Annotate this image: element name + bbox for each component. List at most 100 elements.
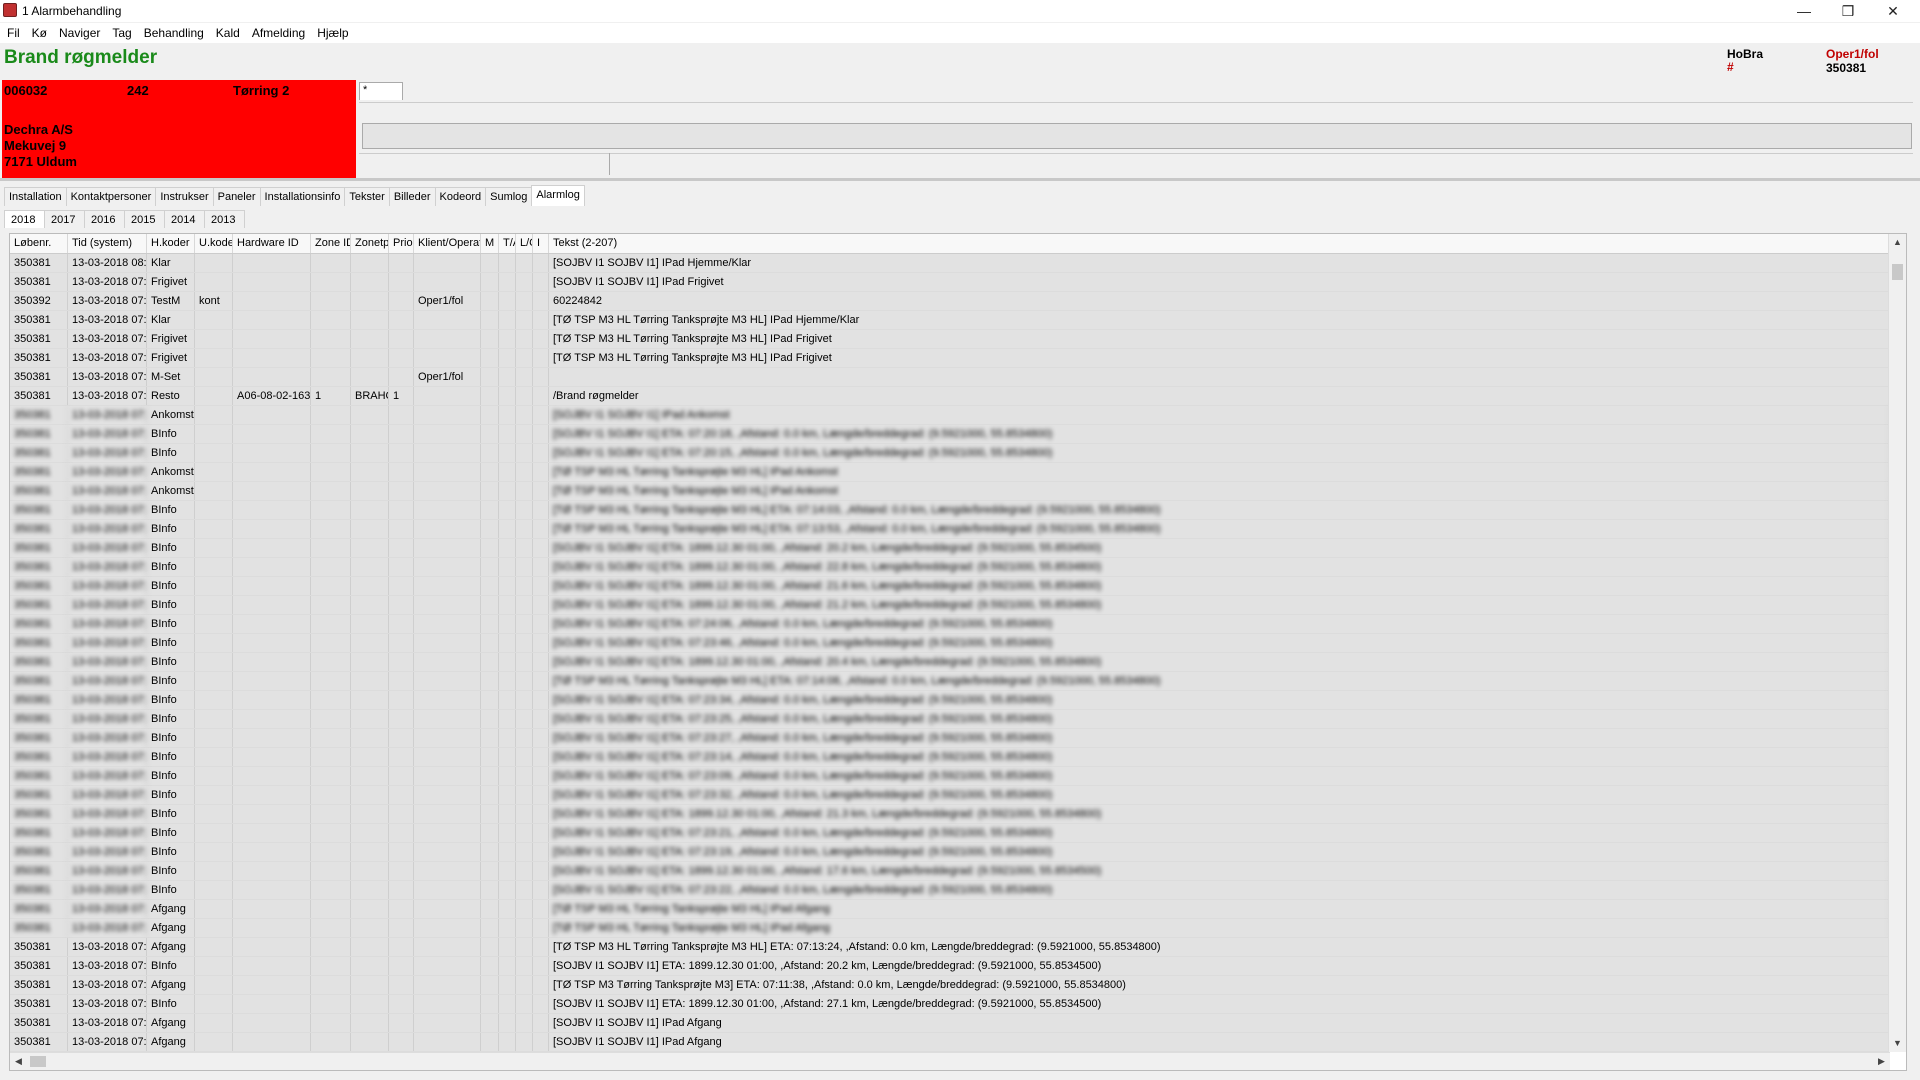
- table-row[interactable]: 35038113-03-2018 07:07:26BInfo [SOJBV I1 …: [10, 615, 1890, 634]
- menu-kald[interactable]: Kald: [210, 23, 246, 43]
- table-row[interactable]: 35038113-03-2018 07:07:23BInfo [SOJBV I1 …: [10, 653, 1890, 672]
- info-field[interactable]: [362, 123, 1912, 149]
- table-row[interactable]: 35038113-03-2018 07:07:10BInfo [SOJBV I1 …: [10, 710, 1890, 729]
- col-ta-cell: [499, 349, 516, 367]
- table-row[interactable]: 35038113-03-2018 07:11:09BInfo [TØ TSP M3…: [10, 520, 1890, 539]
- menu-naviger[interactable]: Naviger: [53, 23, 106, 43]
- table-row[interactable]: 35038113-03-2018 08:07:25Klar [SOJBV I1 S…: [10, 254, 1890, 273]
- menu-afmelding[interactable]: Afmelding: [246, 23, 311, 43]
- table-row[interactable]: 35038113-03-2018 07:04:37Afgang [TØ TSP M…: [10, 938, 1890, 957]
- table-row[interactable]: 35038113-03-2018 07:28:02Frigivet [TØ TSP…: [10, 330, 1890, 349]
- table-row[interactable]: 35038113-03-2018 07:05:51BInfo [SOJBV I1 …: [10, 843, 1890, 862]
- customer-code: 242: [127, 83, 149, 98]
- table-row[interactable]: 35038113-03-2018 07:07:32BInfo [SOJBV I1 …: [10, 596, 1890, 615]
- table-row[interactable]: 35038113-03-2018 07:05:58BInfo [SOJBV I1 …: [10, 824, 1890, 843]
- col-lobenr-header[interactable]: Løbenr.: [10, 234, 68, 253]
- table-row[interactable]: 35038113-03-2018 07:04:40Afgang [TØ TSP M…: [10, 900, 1890, 919]
- table-row[interactable]: 35038113-03-2018 07:05:47BInfo [SOJBV I1 …: [10, 862, 1890, 881]
- col-zone-id-header[interactable]: Zone ID: [311, 234, 351, 253]
- table-row[interactable]: 35038113-03-2018 07:07:17BInfo [SOJBV I1 …: [10, 691, 1890, 710]
- col-lc-header[interactable]: L/C: [516, 234, 533, 253]
- table-row[interactable]: 35038113-03-2018 07:07:00BInfo [SOJBV I1 …: [10, 729, 1890, 748]
- table-row[interactable]: 35038113-03-2018 07:50:34Frigivet [SOJBV …: [10, 273, 1890, 292]
- col-zonetp-header[interactable]: Zonetp.: [351, 234, 389, 253]
- tab-installation[interactable]: Installation: [4, 187, 67, 206]
- col-hardware-id-header[interactable]: Hardware ID: [233, 234, 311, 253]
- tab-instrukser[interactable]: Instrukser: [155, 187, 214, 206]
- tab-tekster[interactable]: Tekster: [344, 187, 390, 206]
- table-row[interactable]: 35038113-03-2018 07:18:32BInfo [SOJBV I1 …: [10, 425, 1890, 444]
- table-row[interactable]: 35038113-03-2018 07:14:08Ankomst [TØ TSP …: [10, 482, 1890, 501]
- year-tab-2014[interactable]: 2014: [164, 210, 205, 228]
- table-row[interactable]: 35038113-03-2018 07:07:18BInfo [TØ TSP M3…: [10, 672, 1890, 691]
- tab-paneler[interactable]: Paneler: [212, 187, 261, 206]
- col-tekst-header[interactable]: Tekst (2-207): [549, 234, 1890, 253]
- table-row[interactable]: 35038113-03-2018 07:03:53BInfo [SOJBV I1 …: [10, 957, 1890, 976]
- scroll-left-icon[interactable]: ◀: [10, 1053, 27, 1070]
- info-tab[interactable]: *: [359, 82, 403, 100]
- scroll-down-icon[interactable]: ▼: [1889, 1035, 1906, 1052]
- col-hkoder-header[interactable]: H.koder: [147, 234, 195, 253]
- table-row[interactable]: 35038113-03-2018 07:02:50Afgang [TØ TSP M…: [10, 976, 1890, 995]
- col-ta-cell: [499, 254, 516, 272]
- table-row[interactable]: 35038113-03-2018 07:01:38Afgang [SOJBV I1…: [10, 1014, 1890, 1033]
- scroll-up-icon[interactable]: ▲: [1889, 234, 1906, 251]
- table-row[interactable]: 35038113-03-2018 07:19:59Ankomst [SOJBV I…: [10, 406, 1890, 425]
- tab-kodeord[interactable]: Kodeord: [434, 187, 487, 206]
- table-row[interactable]: 35038113-03-2018 07:08:36BInfo [SOJBV I1 …: [10, 558, 1890, 577]
- year-tab-2013[interactable]: 2013: [204, 210, 245, 228]
- table-row[interactable]: 35038113-03-2018 07:08:06BInfo [SOJBV I1 …: [10, 577, 1890, 596]
- tab-sumlog[interactable]: Sumlog: [485, 187, 533, 206]
- scroll-thumb[interactable]: [1892, 264, 1903, 280]
- col-ta-cell: [499, 444, 516, 462]
- col-m-header[interactable]: M: [481, 234, 499, 253]
- horizontal-scrollbar[interactable]: ◀ ▶: [10, 1052, 1890, 1070]
- table-row[interactable]: 35038113-03-2018 07:09:09BInfo [SOJBV I1 …: [10, 539, 1890, 558]
- table-row[interactable]: 35038113-03-2018 07:23:58Resto A06-08-02-…: [10, 387, 1890, 406]
- table-row[interactable]: 35039213-03-2018 07:46:18TestMkont Oper1/…: [10, 292, 1890, 311]
- vertical-scrollbar[interactable]: ▲ ▼: [1888, 234, 1906, 1052]
- col-tid-header[interactable]: Tid (system): [68, 234, 147, 253]
- year-tab-2018[interactable]: 2018: [4, 210, 45, 228]
- table-row[interactable]: 35038113-03-2018 07:06:06BInfo [SOJBV I1 …: [10, 805, 1890, 824]
- restore-button[interactable]: ❒: [1826, 0, 1870, 22]
- menu-tag[interactable]: Tag: [106, 23, 137, 43]
- col-ta-header[interactable]: T/A: [499, 234, 516, 253]
- table-row[interactable]: 35038113-03-2018 07:14:10Ankomst [TØ TSP …: [10, 463, 1890, 482]
- col-zonetp-cell: [351, 957, 389, 975]
- col-i-header[interactable]: I: [533, 234, 549, 253]
- table-row[interactable]: 35038113-03-2018 07:06:54BInfo [SOJBV I1 …: [10, 748, 1890, 767]
- table-row[interactable]: 35038113-03-2018 07:27:58Frigivet [TØ TSP…: [10, 349, 1890, 368]
- table-row[interactable]: 35038113-03-2018 07:24:31M-Set Oper1/fol: [10, 368, 1890, 387]
- table-row[interactable]: 35038113-03-2018 07:07:23BInfo [SOJBV I1 …: [10, 634, 1890, 653]
- table-row[interactable]: 35038113-03-2018 07:04:38Afgang [TØ TSP M…: [10, 919, 1890, 938]
- table-row[interactable]: 35038113-03-2018 07:40:45Klar [TØ TSP M3 …: [10, 311, 1890, 330]
- col-prio-header[interactable]: Prio.: [389, 234, 414, 253]
- table-row[interactable]: 35038113-03-2018 07:01:24Afgang [SOJBV I1…: [10, 1033, 1890, 1052]
- menu-hjaelp[interactable]: Hjælp: [311, 23, 354, 43]
- table-row[interactable]: 35038113-03-2018 07:06:46BInfo [SOJBV I1 …: [10, 767, 1890, 786]
- table-row[interactable]: 35038113-03-2018 07:06:06BInfo [SOJBV I1 …: [10, 786, 1890, 805]
- col-ukode-cell: [195, 273, 233, 291]
- col-klient-header[interactable]: Klient/Operatør: [414, 234, 481, 253]
- table-row[interactable]: 35038113-03-2018 07:12:46BInfo [TØ TSP M3…: [10, 501, 1890, 520]
- menu-behandling[interactable]: Behandling: [138, 23, 210, 43]
- splitter[interactable]: [0, 178, 1920, 181]
- minimize-button[interactable]: —: [1782, 0, 1826, 22]
- tab-kontaktpersoner[interactable]: Kontaktpersoner: [65, 187, 157, 206]
- scroll-right-icon[interactable]: ▶: [1873, 1053, 1890, 1070]
- table-row[interactable]: 35038113-03-2018 07:05:46BInfo [SOJBV I1 …: [10, 881, 1890, 900]
- tab-installationsinfo[interactable]: Installationsinfo: [259, 187, 346, 206]
- col-ukode-header[interactable]: U.kode: [195, 234, 233, 253]
- close-button[interactable]: ✕: [1871, 0, 1915, 22]
- tab-alarmlog[interactable]: Alarmlog: [531, 185, 585, 206]
- year-tab-2016[interactable]: 2016: [84, 210, 125, 228]
- scroll-thumb-h[interactable]: [30, 1056, 46, 1067]
- table-row[interactable]: 35038113-03-2018 07:18:01BInfo [SOJBV I1 …: [10, 444, 1890, 463]
- year-tab-2017[interactable]: 2017: [44, 210, 85, 228]
- tab-billeder[interactable]: Billeder: [388, 187, 436, 206]
- year-tab-2015[interactable]: 2015: [124, 210, 165, 228]
- menu-ko[interactable]: Kø: [26, 23, 53, 43]
- menu-fil[interactable]: Fil: [0, 23, 26, 43]
- table-row[interactable]: 35038113-03-2018 07:02:08BInfo [SOJBV I1 …: [10, 995, 1890, 1014]
